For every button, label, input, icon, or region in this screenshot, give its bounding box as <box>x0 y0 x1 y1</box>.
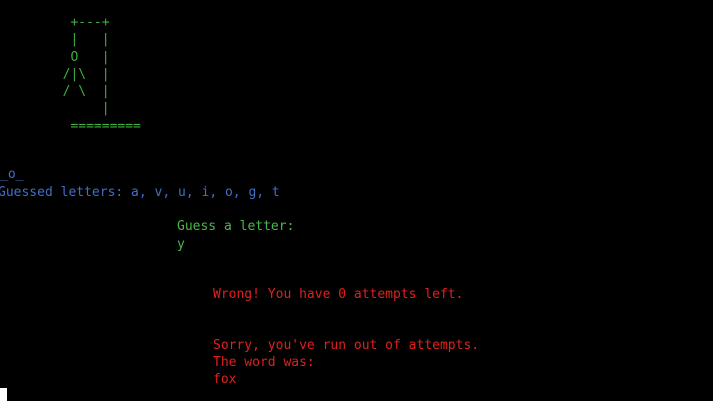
hangman-art: +---+ | | O | /|\ | / \ | | ========= <box>62 15 141 134</box>
game-over-message: Sorry, you've run out of attempts. <box>213 338 480 353</box>
guessed-letters: Guessed letters: a, v, u, i, o, g, t <box>0 185 280 200</box>
terminal-cursor[interactable] <box>0 388 7 401</box>
guess-input: y <box>177 237 185 252</box>
word-reveal-label: The word was: <box>213 355 315 370</box>
word-answer: fox <box>213 372 237 387</box>
wrong-message: Wrong! You have 0 attempts left. <box>213 287 464 302</box>
word-display: _o_ <box>0 167 24 182</box>
guess-prompt: Guess a letter: <box>177 219 295 234</box>
